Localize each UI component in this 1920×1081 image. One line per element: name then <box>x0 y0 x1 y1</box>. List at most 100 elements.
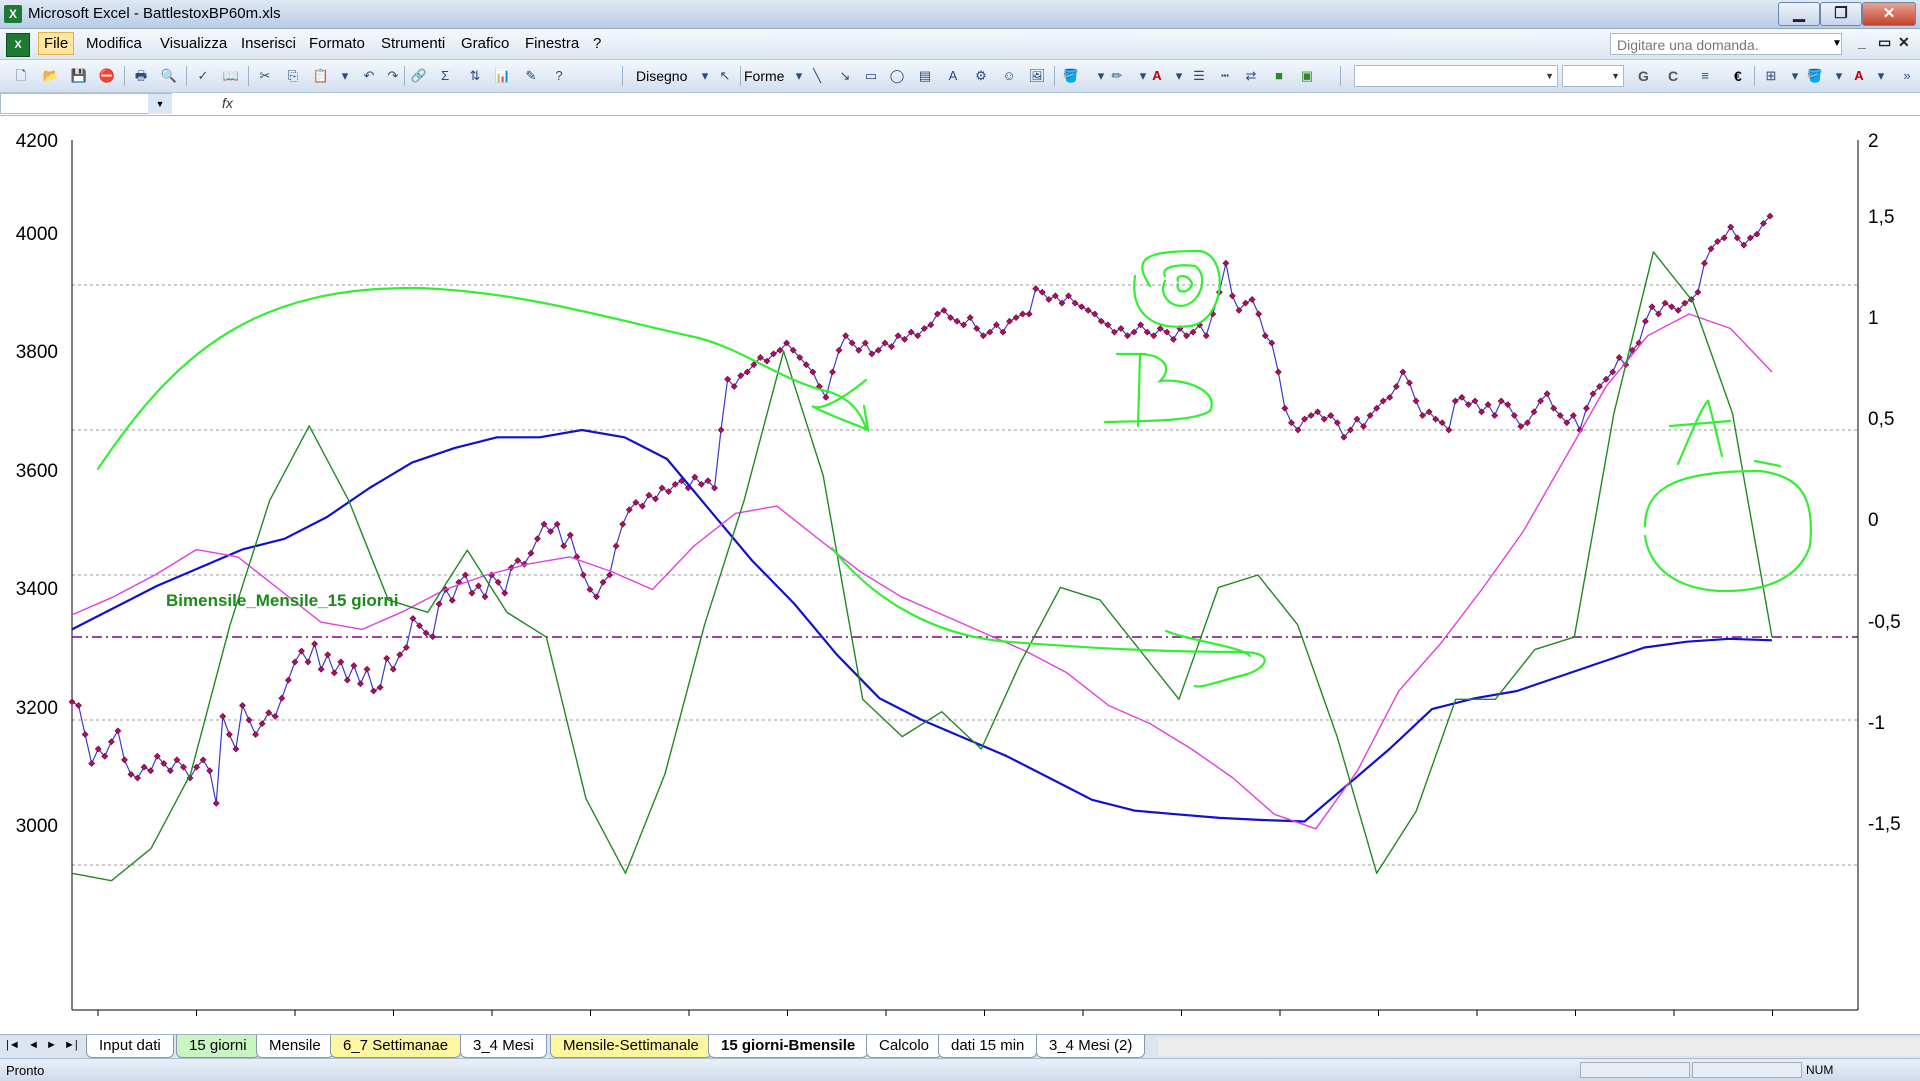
line-color-icon[interactable]: ✏ <box>1108 67 1126 85</box>
italic-button[interactable]: C <box>1668 68 1678 84</box>
bold-button[interactable]: G <box>1638 68 1649 84</box>
fill-color-icon[interactable]: 🪣 <box>1806 67 1824 85</box>
next-sheet-button[interactable]: ► <box>46 1039 57 1051</box>
sheet-tab[interactable]: Mensile-Settimanale <box>550 1035 712 1058</box>
chart-wizard-icon[interactable]: 📊 <box>494 67 512 85</box>
select-objects-icon[interactable]: ↖ <box>716 67 734 85</box>
function-icon[interactable]: fx <box>222 95 233 111</box>
menu-inserisci[interactable]: Inserisci <box>241 35 296 52</box>
font-color-icon[interactable]: A <box>1148 67 1166 85</box>
chevron-down-icon[interactable]: ▼ <box>1832 38 1842 49</box>
sheet-tab[interactable]: Calcolo <box>866 1035 943 1058</box>
help-search-input[interactable]: Digitare una domanda. <box>1610 33 1842 55</box>
3d-icon[interactable]: ▣ <box>1298 67 1316 85</box>
fill-color-icon[interactable]: 🪣 <box>1062 67 1080 85</box>
sheet-tab[interactable]: 3_4 Mesi (2) <box>1036 1035 1146 1058</box>
name-box[interactable] <box>0 93 172 114</box>
menu-finestra[interactable]: Finestra <box>525 35 579 52</box>
diagram-icon[interactable]: ⚙ <box>972 67 990 85</box>
font-size-combo[interactable]: ▼ <box>1562 65 1624 87</box>
menu-formato[interactable]: Formato <box>309 35 365 52</box>
series-marker <box>75 702 82 709</box>
chevron-down-icon[interactable]: ▾ <box>1830 67 1848 85</box>
wordart-icon[interactable]: A <box>944 67 962 85</box>
autosum-icon[interactable]: Σ <box>436 67 454 85</box>
sheet-tab[interactable]: 15 giorni <box>176 1035 260 1058</box>
menu-grafico[interactable]: Grafico <box>461 35 509 52</box>
new-document-icon[interactable]: 🗋 <box>12 67 30 85</box>
toolbar-options-icon[interactable]: » <box>1898 67 1916 85</box>
open-folder-icon[interactable]: 📂 <box>42 67 60 85</box>
drawing-icon[interactable]: ✎ <box>522 67 540 85</box>
chevron-down-icon[interactable]: ▼ <box>1611 71 1620 81</box>
horizontal-scrollbar[interactable] <box>1158 1038 1920 1056</box>
picture-icon[interactable]: 🖼 <box>1028 67 1046 85</box>
research-icon[interactable]: 📖 <box>222 67 240 85</box>
chevron-down-icon[interactable]: ▾ <box>1170 67 1188 85</box>
sort-icon[interactable]: ⇅ <box>466 67 484 85</box>
print-preview-icon[interactable]: 🔍 <box>160 67 178 85</box>
textbox-icon[interactable]: ▤ <box>916 67 934 85</box>
sheet-tab[interactable]: Mensile <box>256 1035 334 1058</box>
euro-button[interactable]: € <box>1734 68 1742 84</box>
formula-input[interactable] <box>242 93 1920 114</box>
shapes-menu[interactable]: Forme <box>744 68 784 84</box>
chevron-down-icon[interactable]: ▼ <box>1545 71 1554 81</box>
arrow-icon[interactable]: ↘ <box>836 67 854 85</box>
workbook-icon[interactable]: X <box>6 33 30 57</box>
menu-file[interactable]: File <box>38 32 75 55</box>
mdi-minimize-button[interactable]: _ <box>1858 34 1866 50</box>
font-color-icon[interactable]: A <box>1850 67 1868 85</box>
chevron-down-icon[interactable]: ▾ <box>336 67 354 85</box>
mdi-close-button[interactable]: ✕ <box>1898 34 1910 51</box>
sheet-tab[interactable]: Input dati <box>86 1035 174 1058</box>
sheet-tab-active[interactable]: 15 giorni-Bmensile <box>708 1035 869 1058</box>
menu-strumenti[interactable]: Strumenti <box>381 35 445 52</box>
sheet-tab[interactable]: 3_4 Mesi <box>460 1035 547 1058</box>
oval-icon[interactable]: ◯ <box>888 67 906 85</box>
font-name-combo[interactable]: ▼ <box>1354 65 1558 87</box>
borders-icon[interactable]: ⊞ <box>1762 67 1780 85</box>
menu-modifica[interactable]: Modifica <box>86 35 142 52</box>
chevron-down-icon[interactable]: ▾ <box>1786 67 1804 85</box>
menu-help[interactable]: ? <box>593 35 601 52</box>
help-icon[interactable]: ? <box>550 67 568 85</box>
first-sheet-button[interactable]: |◄ <box>6 1039 20 1051</box>
save-icon[interactable]: 💾 <box>70 67 88 85</box>
chevron-down-icon[interactable]: ▾ <box>1872 67 1890 85</box>
clipart-icon[interactable]: ☺ <box>1000 67 1018 85</box>
arrow-style-icon[interactable]: ⇄ <box>1242 67 1260 85</box>
series-marker <box>311 640 318 648</box>
chart-plot[interactable]: 4200 4000 3800 3600 3400 3200 3000 2 1,5… <box>0 116 1920 1034</box>
maximize-button[interactable]: ❐ <box>1820 2 1862 26</box>
shadow-icon[interactable]: ■ <box>1270 67 1288 85</box>
align-icon[interactable]: ≡ <box>1696 67 1714 85</box>
menu-visualizza[interactable]: Visualizza <box>160 35 227 52</box>
chart-area[interactable]: 4200 4000 3800 3600 3400 3200 3000 2 1,5… <box>0 116 1920 1034</box>
previous-sheet-button[interactable]: ◄ <box>28 1039 39 1051</box>
mdi-restore-button[interactable]: ▭ <box>1878 34 1891 51</box>
redo-icon[interactable]: ↷ <box>384 67 402 85</box>
excel-icon[interactable]: X <box>4 5 22 23</box>
close-button[interactable]: ✕ <box>1862 2 1916 26</box>
drawing-menu[interactable]: Disegno <box>636 68 687 84</box>
undo-icon[interactable]: ↶ <box>360 67 378 85</box>
copy-icon[interactable]: ⎘ <box>284 67 302 85</box>
last-sheet-button[interactable]: ►| <box>64 1039 78 1051</box>
paste-icon[interactable]: 📋 <box>312 67 330 85</box>
chevron-down-icon[interactable]: ▾ <box>790 67 808 85</box>
line-icon[interactable]: ╲ <box>808 67 826 85</box>
sheet-tab[interactable]: 6_7 Settimanae <box>330 1035 462 1058</box>
hyperlink-icon[interactable]: 🔗 <box>410 67 428 85</box>
chevron-down-icon[interactable]: ▾ <box>696 67 714 85</box>
minimize-button[interactable]: ▁ <box>1778 2 1820 26</box>
line-style-icon[interactable]: ☰ <box>1190 67 1208 85</box>
print-icon[interactable]: 🖶 <box>132 67 150 85</box>
rectangle-icon[interactable]: ▭ <box>862 67 880 85</box>
cut-icon[interactable]: ✂ <box>256 67 274 85</box>
permission-icon[interactable]: ⛔ <box>98 67 116 85</box>
chevron-down-icon[interactable]: ▼ <box>148 94 172 114</box>
sheet-tab[interactable]: dati 15 min <box>938 1035 1038 1058</box>
dash-style-icon[interactable]: ┅ <box>1216 67 1234 85</box>
spelling-icon[interactable]: ✓ <box>194 67 212 85</box>
